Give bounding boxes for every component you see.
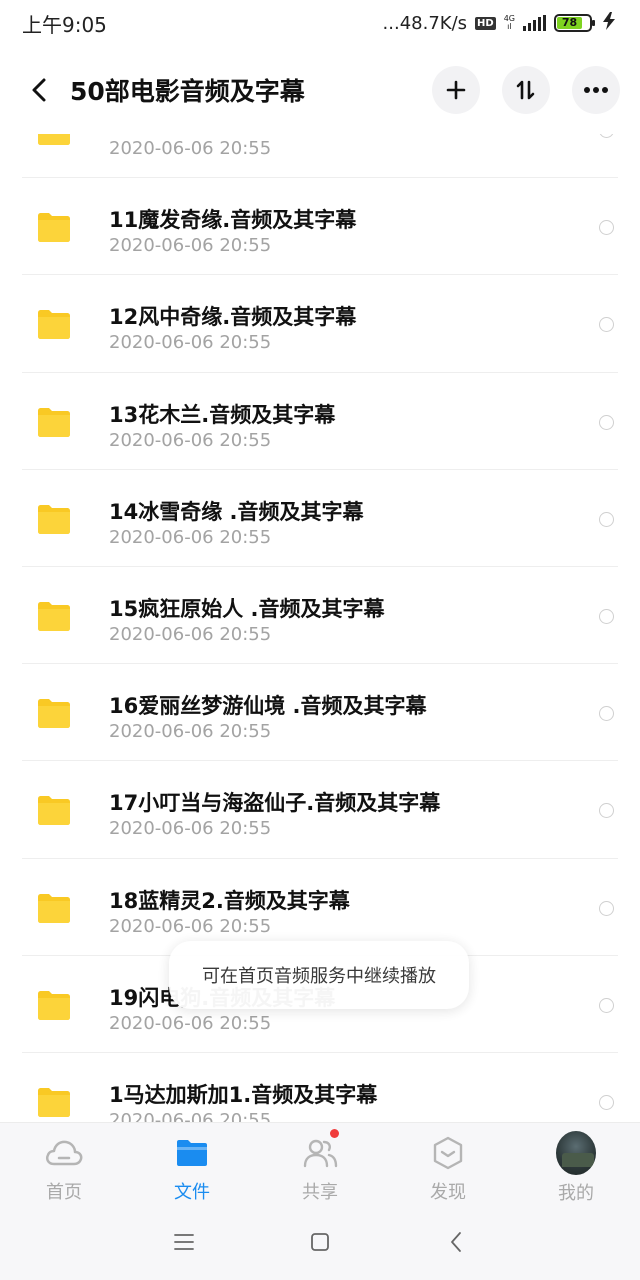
file-row[interactable]: 11魔发奇缘.音频及其字幕 2020-06-06 20:55 xyxy=(22,178,618,276)
plus-icon xyxy=(446,80,466,100)
file-row[interactable]: 15疯狂原始人 .音频及其字幕 2020-06-06 20:55 xyxy=(22,567,618,665)
folder-icon xyxy=(38,699,70,729)
battery-level: 78 xyxy=(557,17,582,29)
status-bar: 上午9:05 ...48.7K/s HD 4G ıl 78 xyxy=(0,0,640,46)
file-name: 15疯狂原始人 .音频及其字幕 xyxy=(109,596,385,621)
back-arrow-icon xyxy=(32,78,46,102)
folder-icon xyxy=(38,504,70,534)
folder-icon xyxy=(38,213,70,243)
file-name: 11魔发奇缘.音频及其字幕 xyxy=(109,208,357,233)
avatar-wrapper xyxy=(556,1131,596,1175)
file-name: 18蓝精灵2.音频及其字幕 xyxy=(109,888,350,913)
file-date: 2020-06-06 20:55 xyxy=(109,623,272,645)
folder-icon xyxy=(38,134,70,145)
select-radio[interactable] xyxy=(599,803,614,819)
select-radio[interactable] xyxy=(599,900,614,916)
file-date: 2020-06-06 20:55 xyxy=(109,721,272,743)
back-chevron-icon xyxy=(451,1232,461,1252)
tab-label-profile: 我的 xyxy=(558,1183,594,1204)
select-radio[interactable] xyxy=(599,997,614,1013)
tab-label-home: 首页 xyxy=(46,1182,82,1203)
file-date: 2020-06-06 20:55 xyxy=(109,1109,272,1122)
network-speed: ...48.7K/s xyxy=(382,12,468,34)
network-type-bottom: ıl xyxy=(507,22,512,31)
file-date: 2020-06-06 20:55 xyxy=(109,526,272,548)
file-row[interactable]: 14冰雪奇缘 .音频及其字幕 2020-06-06 20:55 xyxy=(22,470,618,567)
system-back-button[interactable] xyxy=(438,1224,474,1260)
status-time: 上午9:05 xyxy=(22,12,107,37)
file-name: 1马达加斯加1.音频及其字幕 xyxy=(109,1082,378,1107)
notification-dot xyxy=(330,1129,339,1138)
avatar xyxy=(556,1131,596,1175)
tab-home[interactable]: 首页 xyxy=(0,1123,128,1204)
hd-badge: HD xyxy=(475,16,496,30)
select-radio[interactable] xyxy=(599,608,614,624)
tab-files[interactable]: 文件 xyxy=(128,1123,256,1204)
sort-icon xyxy=(516,80,535,100)
status-indicators: ...48.7K/s HD 4G ıl 78 xyxy=(383,11,618,36)
select-radio[interactable] xyxy=(599,1094,614,1110)
more-button[interactable] xyxy=(572,66,620,114)
people-icon xyxy=(300,1133,340,1172)
folder-icon xyxy=(172,1133,212,1172)
charging-icon xyxy=(600,11,618,36)
more-icon xyxy=(584,87,608,93)
select-radio[interactable] xyxy=(599,414,614,430)
tab-profile[interactable]: 我的 xyxy=(512,1123,640,1204)
select-radio[interactable] xyxy=(599,317,614,333)
folder-icon xyxy=(38,601,70,631)
bottom-tab-bar: 首页 文件 共享 发现 我的 xyxy=(0,1122,640,1204)
file-date: 2020-06-06 20:55 xyxy=(109,138,272,159)
folder-icon xyxy=(38,990,70,1020)
file-name: 12风中奇缘.音频及其字幕 xyxy=(109,305,357,330)
file-name: 17小叮当与海盗仙子.音频及其字幕 xyxy=(109,791,441,816)
folder-icon xyxy=(38,893,70,923)
tab-share[interactable]: 共享 xyxy=(256,1123,384,1204)
back-button[interactable] xyxy=(22,73,56,107)
menu-button[interactable] xyxy=(166,1224,202,1260)
tab-label-files: 文件 xyxy=(174,1182,210,1203)
tab-discover[interactable]: 发现 xyxy=(384,1123,512,1204)
folder-icon xyxy=(38,407,70,437)
battery-icon: 78 xyxy=(554,14,595,32)
folder-icon xyxy=(38,1087,70,1117)
cloud-icon xyxy=(44,1133,84,1172)
menu-icon xyxy=(174,1234,194,1250)
folder-icon xyxy=(38,310,70,340)
file-row[interactable]: 17小叮当与海盗仙子.音频及其字幕 2020-06-06 20:55 xyxy=(22,761,618,859)
tab-label-discover: 发现 xyxy=(430,1182,466,1203)
select-radio[interactable] xyxy=(599,220,614,236)
file-date: 2020-06-06 20:55 xyxy=(109,1012,272,1034)
toast-message: 可在首页音频服务中继续播放 xyxy=(169,941,469,1009)
file-name: 16爱丽丝梦游仙境 .音频及其字幕 xyxy=(109,694,427,719)
file-name: 14冰雪奇缘 .音频及其字幕 xyxy=(109,499,364,524)
home-button[interactable] xyxy=(302,1224,338,1260)
file-row[interactable]: 16爱丽丝梦游仙境 .音频及其字幕 2020-06-06 20:55 xyxy=(22,664,618,762)
folder-icon xyxy=(38,796,70,826)
file-date: 2020-06-06 20:55 xyxy=(109,429,272,451)
file-date: 2020-06-06 20:55 xyxy=(109,332,272,354)
network-type: 4G ıl xyxy=(504,15,515,31)
file-row[interactable]: 1马达加斯加1.音频及其字幕 2020-06-06 20:55 xyxy=(22,1053,618,1122)
page-title: 50部电影音频及字幕 xyxy=(70,77,305,106)
add-button[interactable] xyxy=(432,66,480,114)
square-icon xyxy=(311,1233,329,1251)
select-radio[interactable] xyxy=(599,134,614,138)
file-date: 2020-06-06 20:55 xyxy=(109,235,272,257)
file-row[interactable]: 12风中奇缘.音频及其字幕 2020-06-06 20:55 xyxy=(22,275,618,373)
file-row[interactable]: 2020-06-06 20:55 xyxy=(22,134,618,179)
select-radio[interactable] xyxy=(599,706,614,722)
file-name: 13花木兰.音频及其字幕 xyxy=(109,402,336,427)
file-row[interactable]: 13花木兰.音频及其字幕 2020-06-06 20:55 xyxy=(22,373,618,470)
file-date: 2020-06-06 20:55 xyxy=(109,818,272,840)
page-header: 50部电影音频及字幕 xyxy=(0,46,640,134)
sort-button[interactable] xyxy=(502,66,550,114)
select-radio[interactable] xyxy=(599,511,614,527)
tab-label-share: 共享 xyxy=(302,1182,338,1203)
system-nav-bar xyxy=(0,1204,640,1280)
signal-icon xyxy=(523,15,546,31)
discover-icon xyxy=(428,1133,468,1172)
file-date: 2020-06-06 20:55 xyxy=(109,915,272,937)
